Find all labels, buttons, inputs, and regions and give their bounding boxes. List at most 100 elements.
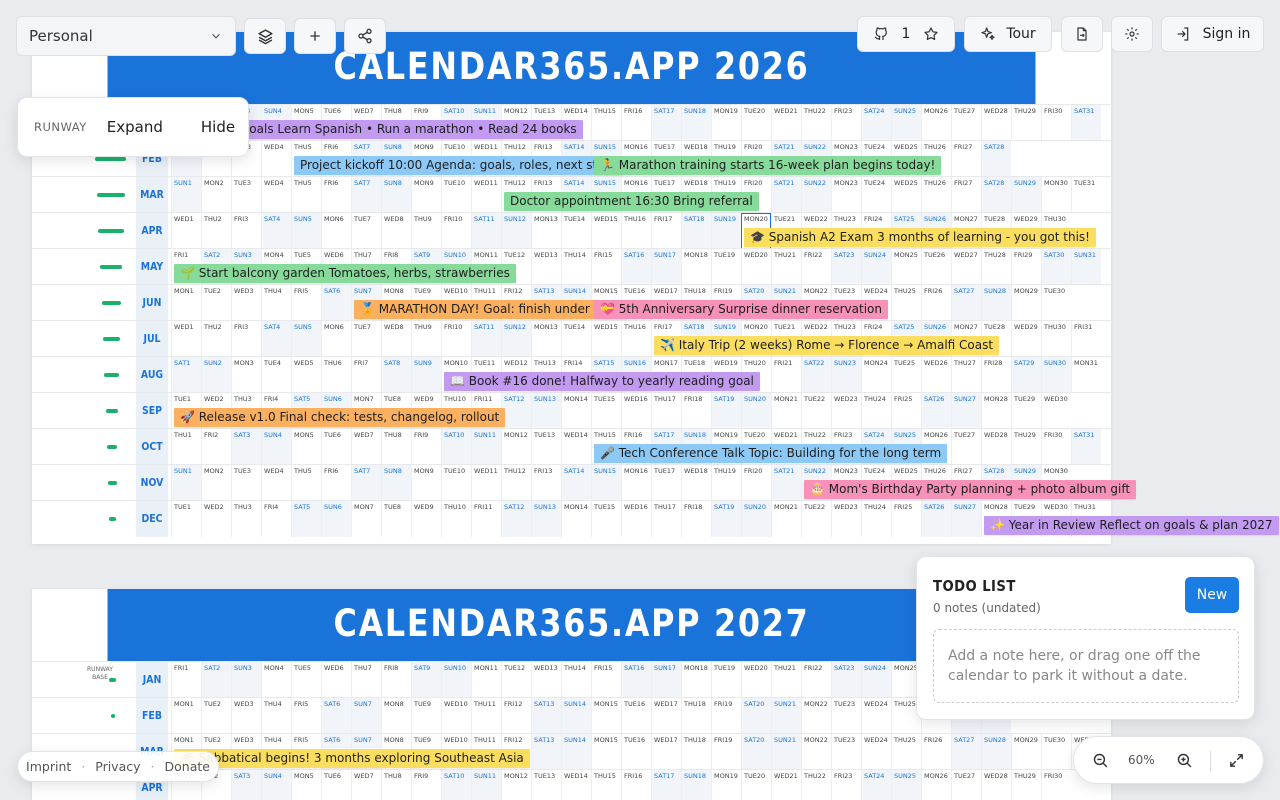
day-cell[interactable]: FRI27 <box>951 177 981 213</box>
day-cell[interactable]: SUN4 <box>261 429 291 465</box>
day-cell[interactable]: MON6 <box>321 321 351 357</box>
day-cell[interactable]: FRI26 <box>921 285 951 321</box>
day-cell[interactable]: SUN23 <box>831 357 861 393</box>
day-cell[interactable]: WED25 <box>891 177 921 213</box>
day-cell[interactable]: SAT26 <box>921 501 951 537</box>
day-cell[interactable]: WED8 <box>381 321 411 357</box>
profile-select[interactable]: Personal <box>16 16 236 56</box>
day-cell[interactable]: FRI1 <box>171 662 201 698</box>
event-sticker[interactable]: 🌴 Sabbatical begins! 3 months exploring … <box>174 749 530 768</box>
day-cell[interactable]: SAT12 <box>501 501 531 537</box>
day-cell[interactable]: FRI25 <box>891 501 921 537</box>
day-cell[interactable]: SUN28 <box>981 285 1011 321</box>
day-cell[interactable]: FRI3 <box>231 213 261 249</box>
day-cell[interactable]: MON30 <box>1041 177 1071 213</box>
day-cell[interactable]: MON21 <box>771 393 801 429</box>
day-cell[interactable]: SUN27 <box>951 501 981 537</box>
day-cell[interactable]: MON1 <box>171 285 201 321</box>
day-cell[interactable]: FRI29 <box>1011 249 1041 285</box>
day-cell[interactable]: MON31 <box>1071 357 1101 393</box>
day-cell[interactable]: SUN18 <box>681 105 711 141</box>
day-cell[interactable]: SUN8 <box>381 177 411 213</box>
day-cell[interactable]: SAT4 <box>261 321 291 357</box>
day-cell[interactable]: WED30 <box>1041 393 1071 429</box>
day-cell[interactable]: SUN12 <box>501 213 531 249</box>
day-cell[interactable]: WED2 <box>201 501 231 537</box>
day-cell[interactable]: SUN18 <box>681 770 711 800</box>
day-cell[interactable]: TUE7 <box>351 321 381 357</box>
day-cell[interactable]: SUN27 <box>951 393 981 429</box>
day-cell[interactable]: MON9 <box>411 177 441 213</box>
day-cell[interactable]: SUN21 <box>771 698 801 734</box>
day-cell[interactable]: THU21 <box>771 249 801 285</box>
day-cell[interactable]: TUE25 <box>891 357 921 393</box>
day-cell[interactable]: TUE22 <box>801 393 831 429</box>
day-cell[interactable]: WED7 <box>351 770 381 800</box>
day-cell[interactable]: SAT24 <box>861 105 891 141</box>
day-cell[interactable]: SAT26 <box>921 393 951 429</box>
day-cell[interactable]: TUE16 <box>621 698 651 734</box>
day-cell[interactable]: WED20 <box>741 249 771 285</box>
day-cell[interactable]: SUN17 <box>651 249 681 285</box>
day-cell[interactable]: SAT29 <box>1011 357 1041 393</box>
day-cell[interactable]: FRI26 <box>921 734 951 770</box>
share-button[interactable] <box>344 18 386 54</box>
day-cell[interactable]: SUN25 <box>891 105 921 141</box>
day-cell[interactable]: WED8 <box>381 213 411 249</box>
day-cell[interactable]: SUN15 <box>591 465 621 501</box>
day-cell[interactable]: THU9 <box>411 213 441 249</box>
day-cell[interactable]: TUE5 <box>291 662 321 698</box>
day-cell[interactable]: SUN9 <box>411 357 441 393</box>
day-cell[interactable]: FRI21 <box>771 357 801 393</box>
day-cell[interactable]: FRI11 <box>471 501 501 537</box>
day-cell[interactable]: SAT16 <box>621 662 651 698</box>
event-sticker[interactable]: Doctor appointment 16:30 Bring referral <box>504 192 759 211</box>
day-cell[interactable]: FRI8 <box>381 662 411 698</box>
day-cell[interactable]: MON7 <box>351 501 381 537</box>
day-cell[interactable]: TUE3 <box>231 177 261 213</box>
day-cell[interactable]: THU4 <box>261 285 291 321</box>
day-cell[interactable]: TUE2 <box>201 285 231 321</box>
day-cell[interactable]: TUE16 <box>621 734 651 770</box>
day-cell[interactable]: SUN20 <box>741 501 771 537</box>
day-cell[interactable]: TUE30 <box>1041 285 1071 321</box>
day-cell[interactable]: SAT28 <box>981 177 1011 213</box>
day-cell[interactable]: SUN29 <box>1011 177 1041 213</box>
event-sticker[interactable]: 📖 Book #16 done! Halfway to yearly readi… <box>444 372 760 391</box>
day-cell[interactable]: SAT10 <box>441 429 471 465</box>
settings-button[interactable] <box>1111 16 1153 52</box>
day-cell[interactable]: TUE12 <box>501 662 531 698</box>
day-cell[interactable]: TUE24 <box>861 177 891 213</box>
day-cell[interactable]: MON21 <box>771 501 801 537</box>
day-cell[interactable]: FRI22 <box>801 249 831 285</box>
day-cell[interactable]: FRI19 <box>711 734 741 770</box>
event-sticker[interactable]: 🏅 MARATHON DAY! Goal: finish under 4:30 <box>354 300 627 319</box>
day-cell[interactable]: TUE14 <box>561 321 591 357</box>
day-cell[interactable]: FRI19 <box>711 698 741 734</box>
day-cell[interactable]: SAT31 <box>1071 429 1101 465</box>
day-cell[interactable]: MON18 <box>681 662 711 698</box>
day-cell[interactable]: TUE13 <box>531 429 561 465</box>
day-cell[interactable]: THU17 <box>651 501 681 537</box>
day-cell[interactable]: TUE13 <box>531 770 561 800</box>
day-cell[interactable]: MON13 <box>531 213 561 249</box>
day-cell[interactable]: SAT2 <box>201 662 231 698</box>
day-cell[interactable]: FRI16 <box>621 105 651 141</box>
day-cell[interactable]: THU16 <box>621 213 651 249</box>
day-cell[interactable]: FRI30 <box>1041 429 1071 465</box>
day-cell[interactable]: SUN19 <box>711 213 741 249</box>
day-cell[interactable]: SAT3 <box>231 429 261 465</box>
day-cell[interactable]: THU25 <box>891 734 921 770</box>
day-cell[interactable]: WED28 <box>981 105 1011 141</box>
day-cell[interactable]: THU29 <box>1011 429 1041 465</box>
day-cell[interactable]: WED11 <box>471 465 501 501</box>
day-cell[interactable]: FRI10 <box>441 321 471 357</box>
day-cell[interactable]: WED26 <box>921 357 951 393</box>
event-sticker[interactable]: 💝 5th Anniversary Surprise dinner reserv… <box>594 300 888 319</box>
day-cell[interactable]: WED10 <box>441 698 471 734</box>
day-cell[interactable]: SAT6 <box>321 698 351 734</box>
fullscreen-icon[interactable] <box>1228 752 1245 769</box>
day-cell[interactable]: THU15 <box>591 105 621 141</box>
day-cell[interactable]: SUN30 <box>1041 357 1071 393</box>
day-cell[interactable]: THU3 <box>231 501 261 537</box>
